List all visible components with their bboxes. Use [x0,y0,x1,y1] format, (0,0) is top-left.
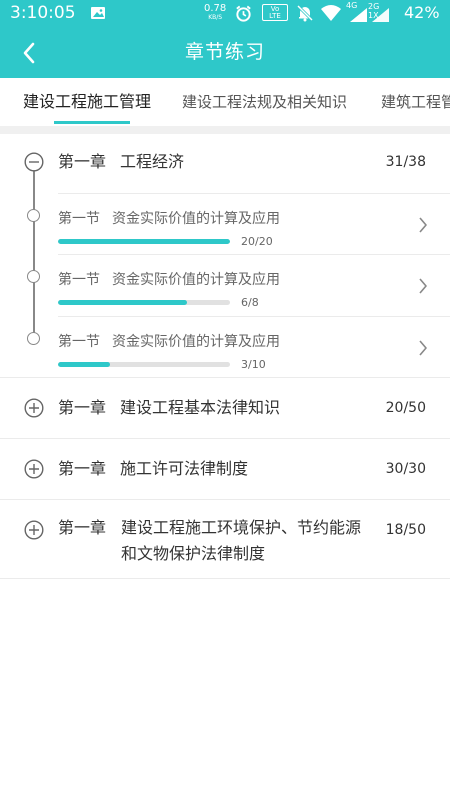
section-progress-bar [58,239,230,244]
volte-icon: Vo LTE [262,4,288,21]
chapter-label: 第一章 [58,152,107,171]
alarm-icon [234,4,253,27]
plus-circle-icon[interactable] [24,398,44,418]
chapter-title: 第一章 建设工程基本法律知识 [58,395,280,421]
chapter-item[interactable]: 第一章 施工许可法律制度 30/30 [0,439,450,499]
tab-construction-law[interactable]: 建设工程法规及相关知识 [182,78,347,126]
page-title: 章节练习 [184,41,265,63]
section-item[interactable]: 第一节 资金实际价值的计算及应用 3/10 [0,317,450,378]
chapter-item[interactable]: 第一章 建设工程施工环境保护、节约能源和文物保护法律制度 18/50 [0,500,450,578]
tab-construction-practice[interactable]: 建筑工程管理与实务 [381,78,450,126]
section-name: 资金实际价值的计算及应用 [112,211,280,227]
battery-level: 42% [404,3,440,22]
section-progress-count: 20/20 [241,235,273,248]
section-label: 第一节 [58,272,100,288]
section-progress-count: 6/8 [241,296,259,309]
chapter-title: 第一章 建设工程施工环境保护、节约能源和文物保护法律制度 [58,515,378,567]
signal-4g-icon: 4G [346,2,368,22]
section-label: 第一节 [58,211,100,227]
chapter-title: 第一章 工程经济 [58,149,184,175]
section-separator [0,126,450,134]
section-progress-fill [58,300,187,305]
section-progress-bar [58,362,230,367]
section-item[interactable]: 第一节 资金实际价值的计算及应用 6/8 [0,255,450,316]
network-speed: 0.78 KB/S [204,3,226,22]
minus-circle-icon[interactable] [24,152,44,172]
back-button[interactable] [14,38,44,68]
chapter-label: 第一章 [58,398,107,417]
section-progress-count: 3/10 [241,358,266,371]
chapter-label: 第一章 [58,459,107,478]
tab-construction-management[interactable]: 建设工程施工管理 [23,78,151,126]
section-node-icon [27,209,40,222]
plus-circle-icon[interactable] [24,459,44,479]
plus-circle-icon[interactable] [24,520,44,540]
volte-bottom-label: LTE [269,12,281,20]
status-time: 3:10:05 [10,3,76,23]
chevron-right-icon[interactable] [418,339,428,357]
wifi-icon [320,4,342,26]
divider [0,578,450,579]
section-label: 第一节 [58,334,100,350]
chevron-right-icon[interactable] [418,277,428,295]
signal-2g-icon: 2G 1X [368,2,390,22]
chapter-label: 第一章 [58,518,107,537]
chapter-progress-count: 30/30 [385,461,426,477]
section-name: 资金实际价值的计算及应用 [112,334,280,350]
chapter-item[interactable]: 第一章 建设工程基本法律知识 20/50 [0,378,450,438]
chapter-name: 施工许可法律制度 [120,459,249,478]
notifications-off-icon [296,4,314,26]
section-progress-fill [58,362,110,367]
chapter-title: 第一章 施工许可法律制度 [58,456,248,482]
subject-tabs: 建设工程施工管理 建设工程法规及相关知识 建筑工程管理与实务 [0,78,450,126]
section-title: 第一节 资金实际价值的计算及应用 [58,331,280,351]
chapter-progress-count: 31/38 [385,154,426,170]
chapter-name: 工程经济 [120,152,185,171]
network-speed-value: 0.78 [204,3,227,14]
section-title: 第一节 资金实际价值的计算及应用 [58,269,280,289]
active-tab-indicator [54,121,130,124]
chapter-name: 建设工程施工环境保护、节约能源和文物保护法律制度 [121,518,362,563]
section-title: 第一节 资金实际价值的计算及应用 [58,208,280,228]
section-progress-bar [58,300,230,305]
status-bar: 3:10:05 0.78 KB/S Vo LTE 4G 2G 1X 42% [0,0,450,26]
app-bar: 章节练习 [0,26,450,78]
chevron-right-icon[interactable] [418,216,428,234]
chapter-name: 建设工程基本法律知识 [120,398,281,417]
section-item[interactable]: 第一节 资金实际价值的计算及应用 20/20 [0,194,450,255]
section-name: 资金实际价值的计算及应用 [112,272,280,288]
chapter-item[interactable]: 第一章 工程经济 31/38 [0,134,450,194]
section-node-icon [27,270,40,283]
chapter-progress-count: 20/50 [385,400,426,416]
back-arrow-icon [23,42,35,64]
chapter-progress-count: 18/50 [385,522,426,538]
section-progress-fill [58,239,230,244]
network-speed-unit: KB/S [208,14,223,21]
image-notification-icon [90,5,106,25]
section-node-icon [27,332,40,345]
